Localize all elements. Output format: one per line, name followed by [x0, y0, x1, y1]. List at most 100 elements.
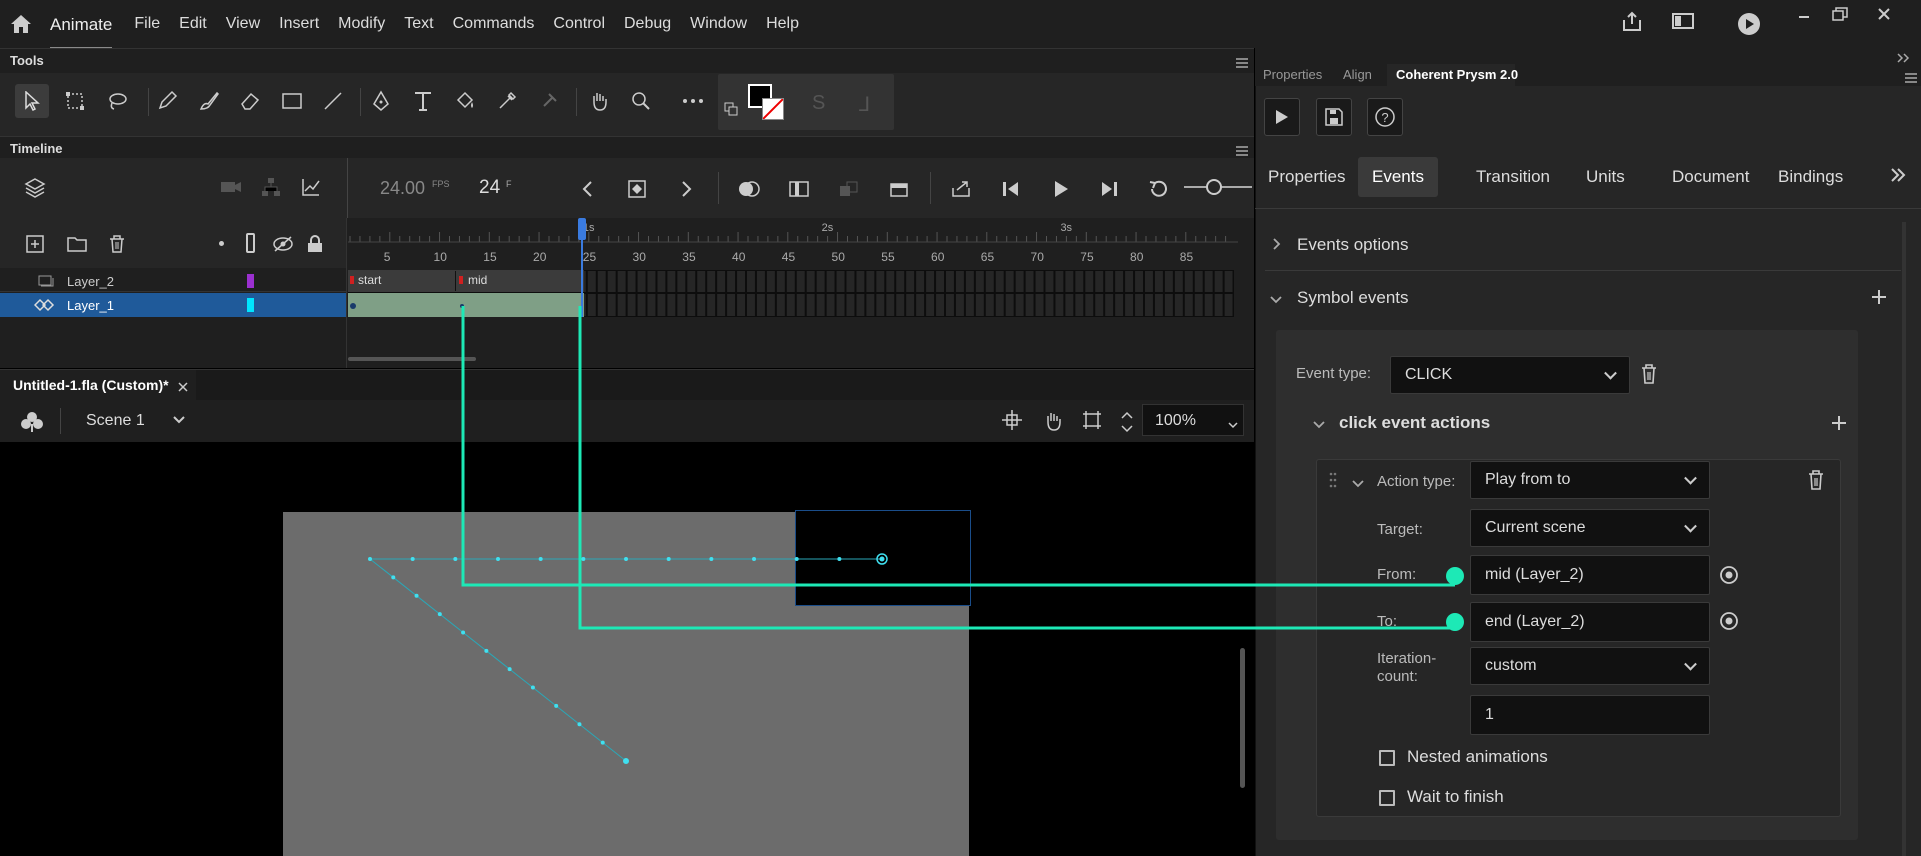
target-select[interactable]: Current scene	[1470, 509, 1710, 547]
layers-icon[interactable]	[20, 172, 50, 202]
text-tool-icon[interactable]	[406, 84, 440, 118]
from-target-picker-icon[interactable]	[1719, 565, 1739, 585]
brush-tool-icon[interactable]	[192, 84, 226, 118]
from-field[interactable]: mid (Layer_2)	[1470, 555, 1710, 595]
iteration-count-select[interactable]: custom	[1470, 647, 1710, 685]
collapse-panel-icon[interactable]	[1896, 50, 1912, 63]
events-options-chevron-icon[interactable]	[1272, 237, 1284, 250]
line-tool-icon[interactable]	[316, 84, 350, 118]
symbol-events-chevron-icon[interactable]	[1269, 292, 1283, 304]
menu-control[interactable]: Control	[553, 15, 605, 33]
more-tabs-icon[interactable]	[1890, 168, 1908, 186]
tab-coherent-prysm[interactable]: Coherent Prysm 2.0	[1396, 67, 1518, 82]
home-icon[interactable]	[6, 9, 36, 39]
subtab-bindings[interactable]: Bindings	[1764, 157, 1857, 197]
pencil-tool-icon[interactable]	[150, 84, 184, 118]
loop-icon[interactable]	[1144, 174, 1174, 204]
next-keyframe-icon[interactable]	[672, 174, 702, 204]
playhead[interactable]	[578, 218, 586, 240]
hide-all-icon[interactable]	[268, 229, 298, 259]
stage-scrollbar[interactable]	[1240, 648, 1245, 788]
eraser-tool-icon[interactable]	[233, 84, 267, 118]
menu-text[interactable]: Text	[404, 15, 433, 33]
help-icon[interactable]: ?	[1367, 98, 1403, 136]
doc-close-icon[interactable]	[178, 379, 190, 392]
motion-path[interactable]	[0, 442, 1254, 856]
show-dot-icon[interactable]	[219, 241, 224, 246]
scene-name[interactable]: Scene 1	[86, 412, 145, 430]
delete-layer-icon[interactable]	[102, 229, 132, 259]
wait-to-finish-checkbox[interactable]	[1379, 790, 1395, 806]
prev-keyframe-icon[interactable]	[572, 174, 602, 204]
layer-row-layer-2[interactable]: Layer_2	[0, 270, 346, 292]
menu-debug[interactable]: Debug	[624, 15, 671, 33]
layout-icon[interactable]	[1672, 12, 1700, 36]
layer-name[interactable]: Layer_2	[67, 274, 114, 289]
preview-play-button[interactable]	[1264, 98, 1300, 136]
subtab-units[interactable]: Units	[1572, 157, 1639, 197]
menu-commands[interactable]: Commands	[453, 15, 535, 33]
frame-label-start[interactable]: start	[348, 271, 456, 291]
layer-name[interactable]: Layer_1	[67, 298, 114, 313]
from-link-handle[interactable]	[1446, 567, 1464, 585]
panel-menu-icon[interactable]	[1236, 55, 1248, 68]
export-icon[interactable]	[946, 174, 976, 204]
menu-file[interactable]: File	[134, 15, 160, 33]
hand-tool-icon[interactable]	[582, 84, 616, 118]
to-field[interactable]: end (Layer_2)	[1470, 602, 1710, 642]
close-icon[interactable]	[1866, 0, 1902, 28]
frame-value[interactable]: 24	[479, 177, 500, 199]
go-to-last-icon[interactable]	[1094, 174, 1124, 204]
tab-align[interactable]: Align	[1343, 67, 1372, 82]
outline-icon[interactable]	[246, 233, 255, 253]
share-icon[interactable]	[1620, 10, 1648, 38]
timeline-zoom-thumb[interactable]	[1206, 179, 1222, 195]
doc-tab[interactable]: Untitled-1.fla (Custom)*	[0, 370, 196, 401]
scene-chevron-icon[interactable]	[172, 412, 188, 426]
menu-insert[interactable]: Insert	[279, 15, 319, 33]
more-tools-icon[interactable]	[676, 84, 710, 118]
minimize-icon[interactable]	[1786, 0, 1822, 28]
insert-keyframe-icon[interactable]	[622, 174, 652, 204]
new-folder-icon[interactable]	[62, 229, 92, 259]
symbol-icon[interactable]	[20, 410, 44, 432]
menu-window[interactable]: Window	[690, 15, 747, 33]
events-options-header[interactable]: Events options	[1297, 235, 1409, 255]
add-action-icon[interactable]	[1831, 415, 1849, 433]
delete-event-icon[interactable]	[1641, 364, 1659, 386]
tab-properties[interactable]: Properties	[1263, 67, 1322, 82]
menu-help[interactable]: Help	[766, 15, 799, 33]
layer-color-swatch[interactable]	[247, 274, 254, 288]
play-icon[interactable]	[1046, 174, 1076, 204]
rotate-stepper-icon[interactable]	[1120, 408, 1134, 436]
graph-icon[interactable]	[296, 172, 326, 202]
nested-animations-checkbox[interactable]	[1379, 750, 1395, 766]
delete-action-icon[interactable]	[1808, 470, 1826, 492]
free-transform-icon[interactable]	[58, 84, 92, 118]
lock-all-icon[interactable]	[300, 229, 330, 259]
zoom-chevron-icon[interactable]	[1227, 416, 1239, 429]
frame-label-mid[interactable]: mid	[456, 271, 582, 291]
action-chevron-icon[interactable]	[1351, 476, 1365, 488]
to-link-handle[interactable]	[1446, 613, 1464, 631]
subtab-properties[interactable]: Properties	[1254, 157, 1359, 197]
actions-title[interactable]: click event actions	[1339, 413, 1490, 433]
subtab-document[interactable]: Document	[1658, 157, 1763, 197]
zoom-tool-icon[interactable]	[624, 84, 658, 118]
layer-color-swatch[interactable]	[247, 298, 254, 312]
fill-color-swatch[interactable]	[762, 98, 784, 120]
test-movie-icon[interactable]	[1736, 11, 1762, 37]
snap-icon[interactable]	[1002, 410, 1024, 432]
event-type-select[interactable]: CLICK	[1390, 356, 1630, 394]
timeline-menu-icon[interactable]	[1236, 143, 1248, 156]
menu-edit[interactable]: Edit	[179, 15, 207, 33]
save-icon[interactable]	[1316, 98, 1352, 136]
new-layer-icon[interactable]	[20, 229, 50, 259]
pen-tool-icon[interactable]	[364, 84, 398, 118]
iteration-count-input[interactable]: 1	[1470, 695, 1710, 735]
timeline-scrollbar[interactable]	[348, 357, 476, 361]
zoom-select[interactable]: 100%	[1142, 404, 1244, 436]
menu-view[interactable]: View	[226, 15, 260, 33]
go-to-first-icon[interactable]	[996, 174, 1026, 204]
swap-colors-icon[interactable]	[724, 102, 738, 116]
